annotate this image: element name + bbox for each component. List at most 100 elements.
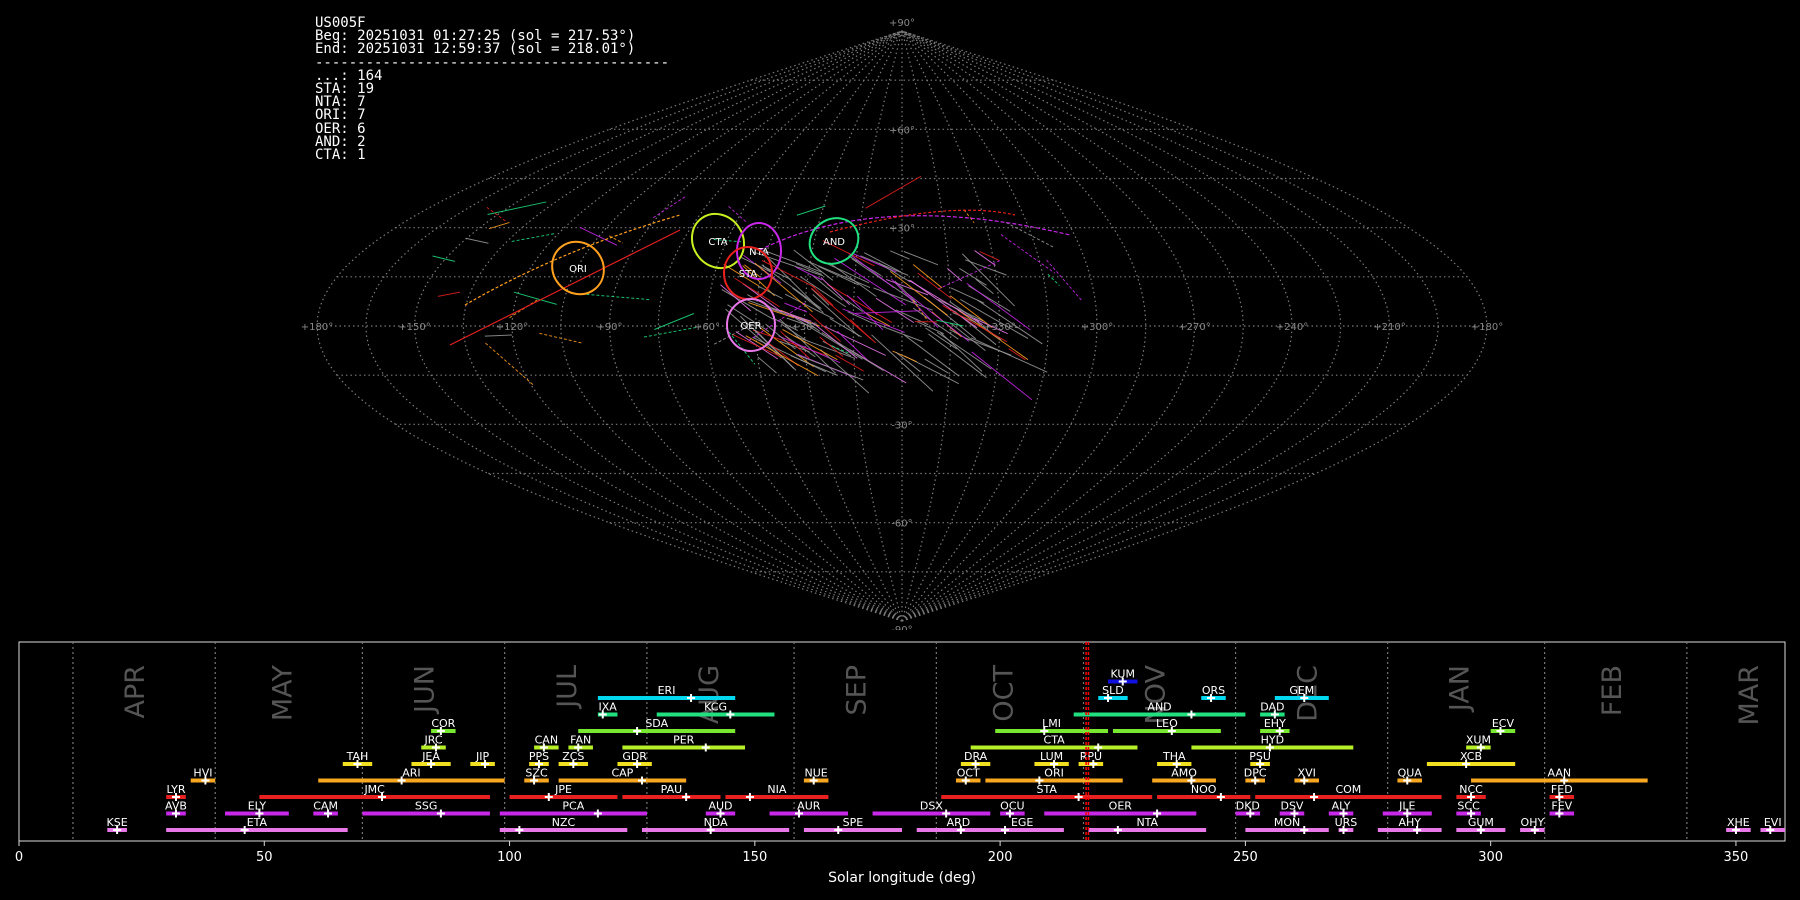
shower-label-dra: DRA	[964, 750, 988, 763]
x-tick-label: 150	[742, 850, 767, 865]
longitude-label: +300°	[1081, 322, 1113, 333]
x-tick-label: 50	[256, 850, 273, 865]
meteor-streak	[485, 342, 534, 385]
longitude-label: +180°	[1471, 322, 1503, 333]
x-tick-label: 300	[1478, 850, 1503, 865]
meteor-streak	[643, 326, 700, 338]
observation-info: US005F Beg: 20251031 01:27:25 (sol = 217…	[315, 15, 670, 164]
meteor-streak	[917, 272, 952, 300]
month-label: JAN	[1445, 665, 1476, 713]
month-label: OCT	[989, 665, 1020, 722]
shower-label-pps: PPS	[529, 750, 549, 763]
shower-label-amo: AMO	[1171, 767, 1197, 780]
shower-label-ohy: OHY	[1521, 816, 1545, 829]
shower-bars: KUM ERI SLD ORS GEM IXA KCG AND DAD COR SDA LMI LEO E…	[107, 668, 1785, 834]
meteor-streak	[957, 309, 1029, 361]
shower-label-can: CAN	[535, 734, 558, 747]
shower-peak-marker	[436, 809, 445, 818]
meteor-streak	[654, 313, 694, 330]
longitude-label: +270°	[1178, 322, 1210, 333]
meteor-streak	[539, 332, 583, 344]
shower-label-fed: FED	[1551, 783, 1573, 796]
meteor-streak	[511, 233, 555, 242]
meteor-streak	[581, 293, 651, 301]
month-label: FEB	[1597, 665, 1628, 716]
shower-label-szc: SZC	[525, 767, 548, 780]
shower-peak-marker	[1187, 710, 1196, 719]
shower-label-nia: NIA	[767, 783, 786, 796]
longitude-label: +240°	[1276, 322, 1308, 333]
shower-label-qua: QUA	[1398, 767, 1423, 780]
shower-peak-marker	[726, 710, 735, 719]
meteor-streak	[757, 356, 777, 374]
shower-label-eri: ERI	[658, 684, 676, 697]
meridian-line	[852, 30, 903, 622]
shower-label-rpu: RPU	[1080, 750, 1102, 763]
x-tick-label: 200	[988, 850, 1013, 865]
shower-peak-marker	[638, 776, 647, 785]
meteor-streak	[725, 327, 756, 365]
meteor-streak	[936, 319, 964, 327]
shower-label-zcs: ZCS	[562, 750, 584, 763]
shower-label-gem: GEM	[1289, 684, 1314, 697]
shower-label-sda: SDA	[645, 717, 668, 730]
shower-label-jrc: JRC	[424, 734, 443, 747]
meteor-streak	[912, 264, 943, 289]
month-label: APR	[120, 665, 151, 719]
meteor-streak	[652, 196, 686, 219]
meteor-streak	[486, 206, 507, 223]
shower-label-leo: LEO	[1156, 717, 1178, 730]
shower-peak-marker	[701, 743, 710, 752]
shower-peak-marker	[1300, 826, 1309, 834]
shower-label-ssg: SSG	[415, 800, 438, 813]
shower-label-ely: ELY	[248, 800, 267, 813]
meteor-streak	[951, 323, 986, 352]
meteor-streak	[878, 262, 911, 283]
shower-label-kcg: KCG	[704, 701, 727, 714]
shower-label-aly: ALY	[1332, 800, 1351, 813]
shower-label-psu: PSU	[1249, 750, 1271, 763]
x-tick-label: 100	[497, 850, 522, 865]
shower-peak-marker	[745, 793, 754, 801]
shower-peak-marker	[1001, 826, 1010, 834]
meteor-streak	[924, 358, 949, 374]
shower-label-aan: AAN	[1548, 767, 1572, 780]
shower-label-fev: FEV	[1551, 800, 1572, 813]
shower-label-xcb: XCB	[1460, 750, 1482, 763]
month-label: MAR	[1734, 665, 1765, 726]
longitude-label: +210°	[1373, 322, 1405, 333]
shower-label-ecv: ECV	[1492, 717, 1515, 730]
x-tick-label: 250	[1233, 850, 1258, 865]
shower-peak-marker	[544, 793, 553, 801]
shower-label-mon: MON	[1274, 816, 1300, 829]
meteor-streak	[484, 334, 513, 337]
month-label: SEP	[841, 665, 872, 715]
shower-label-fan: FAN	[570, 734, 591, 747]
meteor-streak	[758, 285, 783, 299]
meteor-streak	[465, 237, 489, 244]
shower-label-nzc: NZC	[552, 816, 576, 829]
shower-label-lyr: LYR	[166, 783, 185, 796]
shower-label-kum: KUM	[1111, 668, 1135, 681]
shower-label-tah: TAH	[346, 750, 369, 763]
longitude-label: +30°	[791, 322, 817, 333]
longitude-label: +60°	[694, 322, 720, 333]
meteor-streak	[937, 299, 984, 322]
shower-label-sld: SLD	[1102, 684, 1124, 697]
shower-label-oct: OCT	[957, 767, 980, 780]
shower-label-pau: PAU	[661, 783, 683, 796]
shower-label-jpe: JPE	[554, 783, 572, 796]
shower-label-jle: JLE	[1398, 800, 1415, 813]
shower-label-ard: ARD	[947, 816, 971, 829]
meteor-streak	[1000, 234, 1056, 274]
longitude-label: +330°	[983, 322, 1015, 333]
shower-peak-marker	[1310, 793, 1319, 801]
shower-label-spe: SPE	[843, 816, 864, 829]
shower-label-dsx: DSX	[920, 800, 943, 813]
meteor-streak	[950, 287, 985, 304]
shower-label-lmi: LMI	[1042, 717, 1061, 730]
meteor-streak	[487, 201, 547, 215]
shower-label-nda: NDA	[704, 816, 729, 829]
meteor-streak	[437, 291, 461, 297]
month-label: JUL	[552, 665, 583, 710]
